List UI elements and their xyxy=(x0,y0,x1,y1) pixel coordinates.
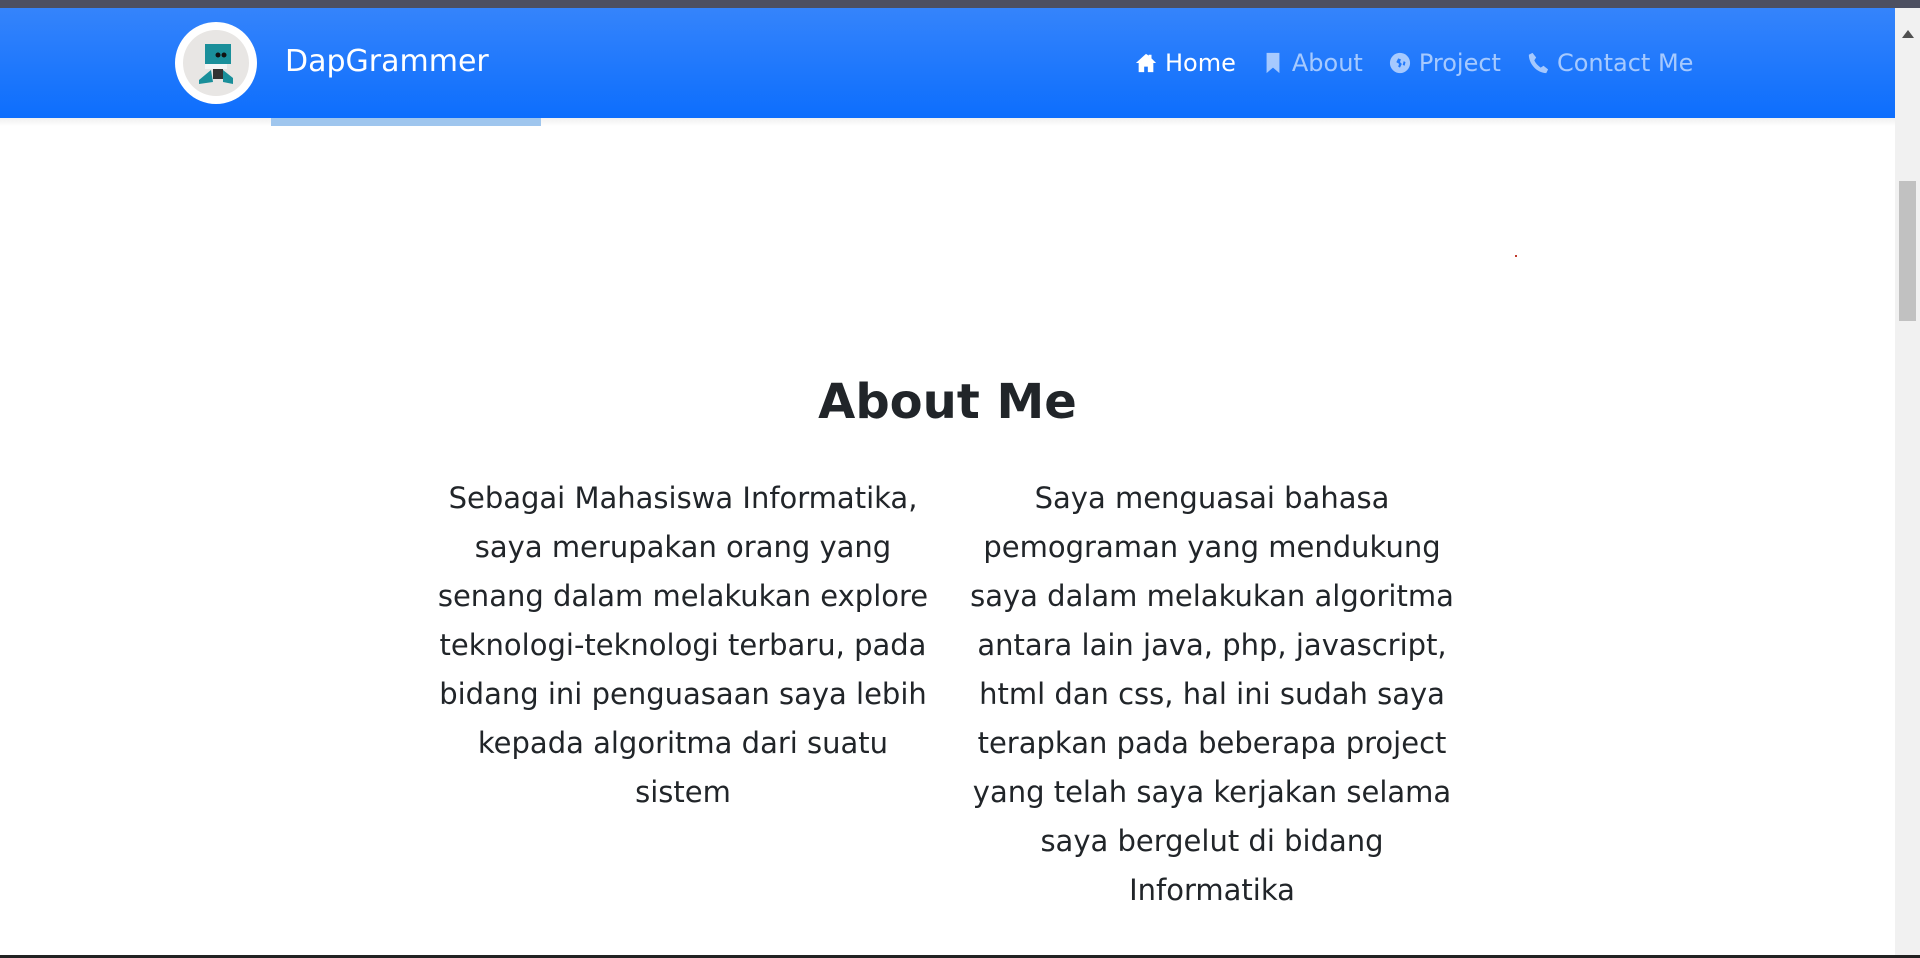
nav-about[interactable]: About xyxy=(1262,48,1363,78)
nav-project-label: Project xyxy=(1418,49,1501,77)
scrollbar[interactable] xyxy=(1895,8,1920,958)
nav-project[interactable]: Project xyxy=(1389,48,1501,78)
about-paragraph-left: Sebagai Mahasiswa Informatika, saya meru… xyxy=(437,481,929,809)
scrollbar-thumb[interactable] xyxy=(1899,181,1916,321)
nav-home[interactable]: Home xyxy=(1135,48,1236,78)
robot-logo-icon xyxy=(199,44,233,84)
nav-contact-label: Contact Me xyxy=(1556,49,1694,77)
highlight-strip xyxy=(271,118,541,126)
brand-logo[interactable] xyxy=(175,22,257,104)
phone-icon xyxy=(1528,52,1549,74)
decorative-dot xyxy=(1515,255,1517,257)
globe-icon xyxy=(1389,52,1410,74)
nav-contact[interactable]: Contact Me xyxy=(1527,48,1693,78)
browser-top-bar xyxy=(0,0,1920,8)
nav-home-label: Home xyxy=(1165,49,1236,77)
nav-about-label: About xyxy=(1291,49,1363,77)
bookmark-icon xyxy=(1266,52,1280,74)
navbar: DapGrammer Home About Project Contact Me xyxy=(0,8,1895,118)
home-icon xyxy=(1135,53,1157,73)
nav-menu: Home About Project Contact Me xyxy=(1135,48,1693,78)
scroll-up-arrow-icon[interactable] xyxy=(1902,30,1914,38)
about-title: About Me xyxy=(818,374,1077,430)
brand-name[interactable]: DapGrammer xyxy=(285,44,489,80)
about-paragraph-right: Saya menguasai bahasa pemograman yang me… xyxy=(970,481,1454,907)
